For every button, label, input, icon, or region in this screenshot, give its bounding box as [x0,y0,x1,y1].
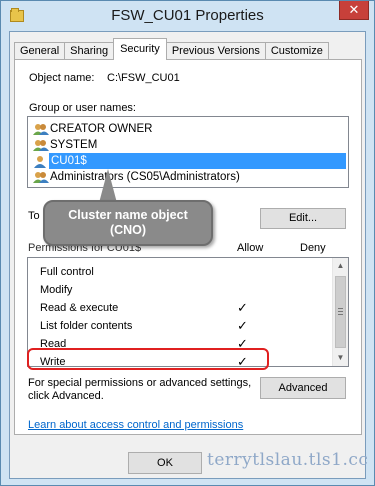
window-title: FSW_CU01 Properties [111,7,264,24]
object-name-value: C:\FSW_CU01 [107,72,180,84]
callout-line-2: (CNO) [109,223,147,237]
title-bar[interactable]: FSW_CU01 Properties ✕ [1,1,374,31]
special-permissions-text-2: click Advanced. [28,390,104,402]
ok-button[interactable]: OK [128,452,202,474]
permission-name: Read & execute [40,302,119,314]
deny-header: Deny [300,242,326,254]
permission-name: Full control [40,266,94,278]
special-permissions-text: For special permissions or advanced sett… [28,377,252,389]
edit-button[interactable]: Edit... [260,208,346,229]
tab-security[interactable]: Security [113,38,167,60]
groups-label: Group or user names: [29,102,136,114]
group-icon [33,123,49,135]
close-button[interactable]: ✕ [339,1,369,20]
allow-check-icon: ✓ [237,300,248,315]
grip-icon [338,308,343,315]
scroll-down-icon[interactable]: ▼ [333,350,348,366]
permission-name: List folder contents [40,320,133,332]
permissions-scrollbar[interactable]: ▲ ▼ [332,258,348,366]
list-item-label: CU01$ [49,153,346,169]
learn-link[interactable]: Learn about access control and permissio… [28,419,243,431]
cno-callout: Cluster name object (CNO) [43,200,213,246]
list-item[interactable]: CREATOR OWNER [30,121,346,137]
callout-line-1: Cluster name object [68,208,188,222]
object-name-label: Object name: [29,72,95,84]
allow-check-icon: ✓ [237,318,248,333]
list-item-selected[interactable]: CU01$ [30,153,346,169]
tab-general[interactable]: General [14,42,66,60]
allow-header: Allow [237,242,264,254]
permission-row: List folder contents ✓ [28,317,334,335]
list-item[interactable]: SYSTEM [30,137,346,153]
list-item-label: SYSTEM [50,139,98,151]
user-icon [33,155,47,168]
permission-row: Read & execute ✓ [28,299,334,317]
tab-previous-versions[interactable]: Previous Versions [165,42,266,60]
scroll-up-icon[interactable]: ▲ [333,258,348,274]
callout-pointer [99,169,117,203]
change-permissions-label: To [28,210,40,222]
list-item[interactable]: Administrators (CS05\Administrators) [30,169,346,185]
tab-customize[interactable]: Customize [264,42,329,60]
tab-sharing[interactable]: Sharing [64,42,115,60]
tab-strip: General Sharing Security Previous Versio… [14,38,329,60]
write-highlight-annotation [27,348,269,370]
watermark: terrytlslau.tls1.cc [207,450,369,470]
properties-window: FSW_CU01 Properties ✕ General Sharing Se… [0,0,375,486]
group-user-list[interactable]: CREATOR OWNER SYSTEM CU01$ Administrator… [27,116,349,188]
group-icon [33,139,49,151]
permission-row: Modify [28,281,334,299]
permission-row: Full control [28,263,334,281]
list-item-label: CREATOR OWNER [50,123,153,135]
scrollbar-thumb[interactable] [335,276,346,348]
dialog-body: General Sharing Security Previous Versio… [9,31,366,479]
permission-name: Modify [40,284,73,296]
group-icon [33,171,49,183]
advanced-button[interactable]: Advanced [260,377,346,399]
list-item-label: Administrators (CS05\Administrators) [50,171,240,183]
